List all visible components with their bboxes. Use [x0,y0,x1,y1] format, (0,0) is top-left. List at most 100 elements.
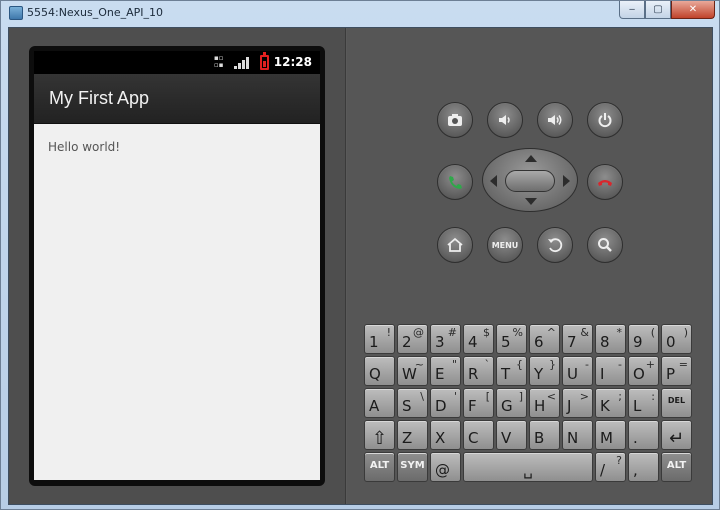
key-label: 6 [534,333,544,351]
key-1-7[interactable]: I- [595,356,626,386]
key-alt-label: $ [483,326,490,339]
volume-down-icon [499,115,510,125]
space-key[interactable]: ␣ [463,452,593,482]
key-0-6[interactable]: 7 & [562,324,593,354]
power-button[interactable] [587,102,623,138]
status-bar[interactable]: ▪▫ ▫▪ 12:28 [34,51,320,74]
key-2-6[interactable]: J > [562,388,593,418]
key-1-5[interactable]: Y} [529,356,560,386]
volume-up-button[interactable] [537,102,573,138]
volume-down-button[interactable] [487,102,523,138]
at-key[interactable]: @ [430,452,461,482]
sym-key[interactable]: SYM [397,452,428,482]
close-button[interactable]: ✕ [671,1,715,19]
alt-right-key[interactable]: ALT [661,452,692,482]
key-1-0[interactable]: Q [364,356,395,386]
maximize-button[interactable]: ▢ [645,1,671,19]
hardware-controls-panel: MENU 1! 2 @3 #4 $5% 6 ^ 7 & 8 * 9(0) Q W ~ E " R ` T{Y} U - I -… [347,28,712,504]
key-3-8[interactable]: . [628,420,659,450]
call-button[interactable] [437,164,473,200]
key-label: Y [534,365,544,383]
key-2-0[interactable]: A [364,388,395,418]
key-0-8[interactable]: 9( [628,324,659,354]
camera-button[interactable] [437,102,473,138]
key-0-5[interactable]: 6 ^ [529,324,560,354]
app-icon [9,6,23,20]
alt-left-key[interactable]: ALT [364,452,395,482]
key-3-5[interactable]: B [529,420,560,450]
key-2-5[interactable]: H < [529,388,560,418]
back-button[interactable] [537,227,573,263]
title-bar[interactable]: 5554:Nexus_One_API_10 ‒ ▢ ✕ [1,1,719,25]
key-2-7[interactable]: K; [595,388,626,418]
key-1-1[interactable]: W ~ [397,356,428,386]
dpad-left-icon[interactable] [490,175,497,187]
key-1-9[interactable]: P = [661,356,692,386]
app-title: My First App [49,88,150,108]
comma-key[interactable]: , [628,452,659,482]
key-label: V [501,429,512,447]
key-0-7[interactable]: 8 * [595,324,626,354]
key-label: 4 [468,333,478,351]
key-label: G [501,397,513,415]
key-2-2[interactable]: D ' [430,388,461,418]
phone-red-icon [598,180,612,186]
key-2-1[interactable]: S \ [397,388,428,418]
key-3-1[interactable]: Z [397,420,428,450]
key-label: 7 [567,333,577,351]
key-3-6[interactable]: N [562,420,593,450]
key-label: S [402,397,412,415]
key-alt-label: " [451,358,457,371]
key-3-3[interactable]: C [463,420,494,450]
key-0-3[interactable]: 4 $ [463,324,494,354]
key-0-2[interactable]: 3 # [430,324,461,354]
app-content[interactable]: Hello world! [34,124,320,480]
dpad-right-icon[interactable] [563,175,570,187]
home-button[interactable] [437,227,473,263]
volume-up-icon [548,115,562,125]
key-label: J [567,397,572,415]
dpad-center-button[interactable] [505,170,555,192]
power-icon [598,113,612,128]
key-0-9[interactable]: 0) [661,324,692,354]
key-label: N [567,429,579,447]
end-call-button[interactable] [587,164,623,200]
key-alt-label: ~ [414,358,424,371]
key-label: D [435,397,447,415]
key-2-3[interactable]: F[ [463,388,494,418]
key-1-6[interactable]: U- [562,356,593,386]
minimize-button[interactable]: ‒ [619,1,645,19]
key-1-8[interactable]: O + [628,356,659,386]
key-2-4[interactable]: G] [496,388,527,418]
key-3-2[interactable]: X [430,420,461,450]
qwerty-keyboard: 1! 2 @3 #4 $5% 6 ^ 7 & 8 * 9(0) Q W ~ E " R ` T{Y} U - I - O + P = A… [364,324,704,488]
key-1-4[interactable]: T{ [496,356,527,386]
key-0-4[interactable]: 5% [496,324,527,354]
key-3-7[interactable]: M [595,420,626,450]
key-2-9[interactable]: DEL [661,388,692,418]
key-label: B [534,429,545,447]
key-label: ALT [369,460,390,471]
dpad-down-icon[interactable] [525,198,537,205]
key-3-9[interactable]: ↵ [661,420,692,450]
key-label: R [468,365,479,383]
key-0-1[interactable]: 2 @ [397,324,428,354]
key-label: , [633,461,638,479]
key-alt-label: ; [618,390,622,403]
menu-button[interactable]: MENU [487,227,523,263]
key-0-0[interactable]: 1! [364,324,395,354]
key-label: @ [435,461,450,479]
key-3-4[interactable]: V [496,420,527,450]
key-1-3[interactable]: R ` [463,356,494,386]
slash-key[interactable]: /? [595,452,626,482]
key-3-0[interactable]: ⇧ [364,420,395,450]
key-alt-label: ) [683,326,688,339]
key-label: A [369,397,380,415]
dpad-up-icon[interactable] [525,155,537,162]
key-label: 1 [369,333,379,351]
dpad[interactable] [482,148,578,212]
key-2-8[interactable]: L: [628,388,659,418]
search-button[interactable] [587,227,623,263]
search-icon [598,238,612,252]
key-1-2[interactable]: E " [430,356,461,386]
